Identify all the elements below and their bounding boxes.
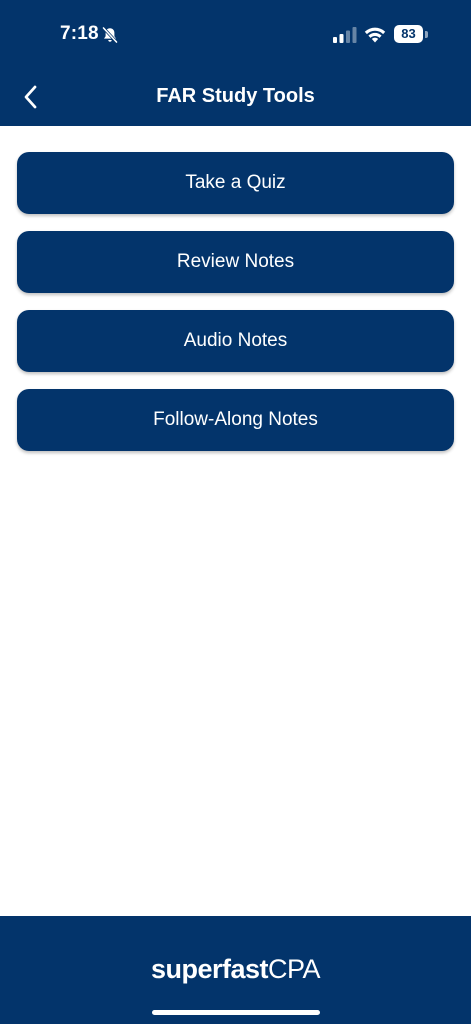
status-bar: 7:18 83 <box>0 0 471 70</box>
logo-light-text: CPA <box>268 954 321 984</box>
nav-bar: FAR Study Tools <box>0 70 471 126</box>
take-quiz-button[interactable]: Take a Quiz <box>17 152 454 214</box>
page-title: FAR Study Tools <box>156 85 315 107</box>
battery-icon: 83 <box>394 25 428 45</box>
logo-bold-text: superfast <box>150 954 269 984</box>
study-tools-list: Take a Quiz Review Notes Audio Notes Fol… <box>17 152 454 468</box>
cellular-signal-icon <box>333 27 357 43</box>
battery-nub <box>425 31 428 38</box>
review-notes-button[interactable]: Review Notes <box>17 231 454 293</box>
screen: 7:18 83 FAR Study Tools Take a Quiz Revi… <box>0 0 471 1024</box>
bell-slash-icon <box>102 26 118 44</box>
follow-along-notes-button[interactable]: Follow-Along Notes <box>17 389 454 451</box>
header: 7:18 83 FAR Study Tools <box>0 0 471 126</box>
superfastcpa-logo: superfastCPA <box>0 954 471 985</box>
footer: superfastCPA <box>0 916 471 1024</box>
audio-notes-button[interactable]: Audio Notes <box>17 310 454 372</box>
home-indicator[interactable] <box>152 1010 320 1015</box>
battery-level: 83 <box>394 25 423 43</box>
wifi-icon <box>364 27 386 43</box>
status-time: 7:18 <box>60 23 99 44</box>
